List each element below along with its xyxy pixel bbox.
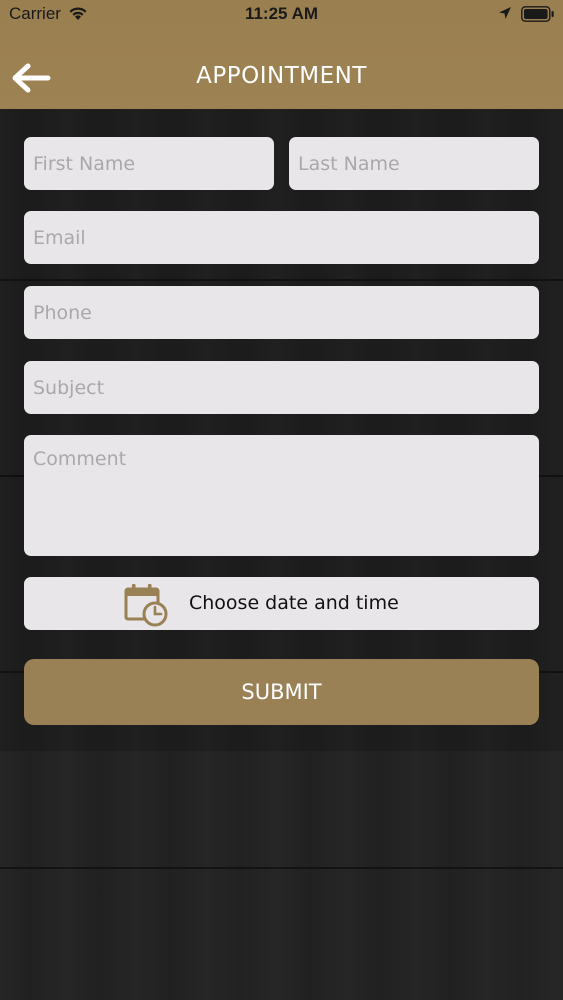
appointment-form: Choose date and time SUBMIT — [0, 109, 563, 751]
first-name-input[interactable] — [24, 137, 274, 190]
subject-input[interactable] — [24, 361, 539, 414]
location-arrow-icon — [499, 7, 511, 19]
phone-input[interactable] — [24, 286, 539, 339]
form-screen: Choose date and time SUBMIT — [0, 109, 563, 1000]
status-time: 11:25 AM — [244, 4, 319, 23]
last-name-input[interactable] — [289, 137, 539, 190]
page-title: APPOINTMENT — [196, 63, 367, 89]
comment-textarea[interactable] — [24, 435, 539, 556]
status-bar: Carrier 11:25 AM — [0, 0, 563, 30]
calendar-clock-icon — [124, 584, 168, 627]
battery-icon — [521, 6, 554, 22]
date-time-label: Choose date and time — [189, 592, 399, 614]
app-header: Carrier 11:25 AM APPOINTMENT — [0, 0, 563, 109]
submit-button[interactable]: SUBMIT — [24, 659, 539, 725]
email-input[interactable] — [24, 211, 539, 264]
choose-date-time-button[interactable]: Choose date and time — [24, 577, 539, 630]
